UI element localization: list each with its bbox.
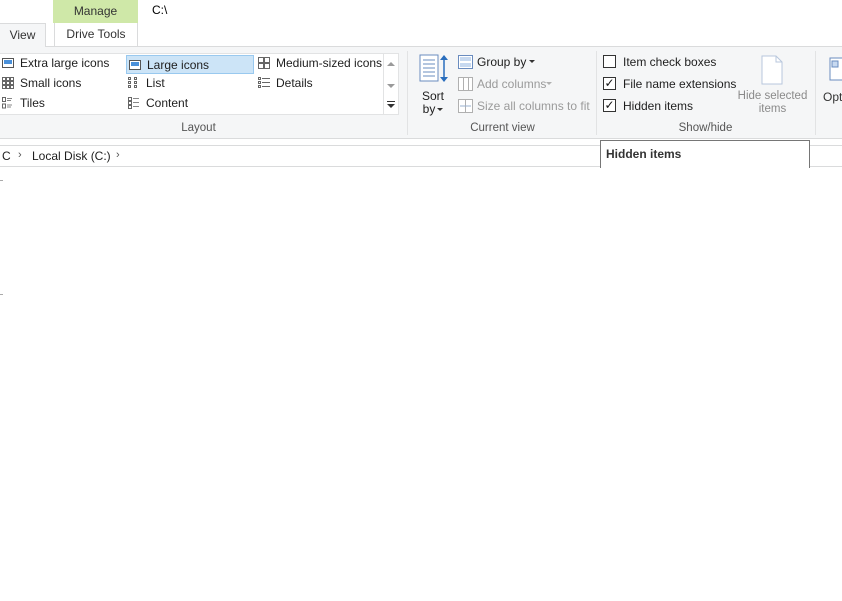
group-separator <box>596 51 597 135</box>
details-icon <box>258 77 270 88</box>
add-columns-button[interactable]: Add columns <box>458 75 598 93</box>
group-separator <box>815 51 816 135</box>
layout-content[interactable]: Content <box>126 94 254 113</box>
item-check-boxes-label: Item check boxes <box>623 55 717 69</box>
sort-by-button[interactable]: Sort by <box>416 53 450 117</box>
hidden-items-option[interactable]: ✓ Hidden items <box>603 97 733 115</box>
add-columns-label: Add columns <box>477 77 547 91</box>
layout-label: Medium-sized icons <box>276 56 383 70</box>
list-icon <box>128 77 137 88</box>
layout-label: Details <box>276 76 313 90</box>
layout-small-icons[interactable]: Small icons <box>0 74 124 93</box>
chevron-right-icon[interactable]: › <box>116 149 120 161</box>
layout-gallery-scroll <box>383 54 398 114</box>
content-edge-mark <box>0 180 3 181</box>
ribbon: Extra large icons Large icons Medium-siz… <box>0 47 842 139</box>
layout-label: Large icons <box>147 58 210 72</box>
layout-group-label: Layout <box>181 122 216 134</box>
add-columns-icon <box>458 77 473 91</box>
content-icon <box>128 97 139 109</box>
layout-label: Extra large icons <box>20 56 110 70</box>
scroll-down-icon[interactable] <box>387 84 395 88</box>
hidden-items-checkbox[interactable]: ✓ <box>603 99 616 112</box>
sort-by-label: by <box>422 102 436 116</box>
layout-label: Small icons <box>20 76 82 90</box>
layout-label: Content <box>146 96 189 110</box>
medium-icons-icon <box>258 57 270 69</box>
group-by-button[interactable]: Group by <box>458 53 598 71</box>
extra-large-icons-icon <box>2 58 14 68</box>
file-name-extensions-option[interactable]: ✓ File name extensions <box>603 75 737 93</box>
hide-selected-label: Hide selected <box>737 90 808 102</box>
scroll-up-icon[interactable] <box>387 62 395 66</box>
breadcrumb-pc[interactable]: C <box>2 149 11 163</box>
dropdown-arrow-icon <box>546 82 552 85</box>
title-bar: Manage C:\ <box>0 0 842 23</box>
hidden-items-tooltip: Hidden items <box>600 140 810 168</box>
manage-tab[interactable]: Manage <box>53 0 138 23</box>
options-icon <box>829 57 842 81</box>
layout-label: List <box>146 76 165 90</box>
tiles-icon <box>2 97 12 109</box>
large-icons-icon <box>129 60 141 70</box>
small-icons-icon <box>2 77 14 89</box>
options-label: Opt <box>823 90 842 104</box>
hide-selected-label: items <box>758 103 787 115</box>
sort-by-icon <box>419 54 448 82</box>
size-columns-label: Size all columns to fit <box>477 99 590 113</box>
gallery-expand-icon[interactable] <box>387 101 395 109</box>
file-name-extensions-checkbox[interactable]: ✓ <box>603 77 616 90</box>
ribbon-tabs: View Drive Tools <box>0 23 842 48</box>
layout-gallery: Extra large icons Large icons Medium-siz… <box>0 53 399 115</box>
dropdown-arrow-icon <box>529 60 535 63</box>
current-view-group-label: Current view <box>470 122 535 134</box>
tooltip-title: Hidden items <box>606 147 682 161</box>
group-by-label: Group by <box>477 55 527 69</box>
content-edge-mark <box>0 294 3 295</box>
window-title: C:\ <box>152 3 168 17</box>
hide-selected-icon <box>761 55 783 85</box>
show-hide-group-label: Show/hide <box>678 122 733 134</box>
layout-label: Tiles <box>20 96 45 110</box>
hide-selected-items-button[interactable]: Hide selected items <box>735 53 810 117</box>
hidden-items-label: Hidden items <box>623 99 694 113</box>
layout-extra-large-icons[interactable]: Extra large icons <box>0 54 124 73</box>
group-separator <box>407 51 408 135</box>
tab-drive-tools[interactable]: Drive Tools <box>54 23 138 47</box>
item-check-boxes-checkbox[interactable] <box>603 55 616 68</box>
layout-details[interactable]: Details <box>256 74 382 93</box>
item-check-boxes-option[interactable]: Item check boxes <box>603 53 733 71</box>
dropdown-arrow-icon <box>437 108 444 112</box>
layout-large-icons[interactable]: Large icons <box>126 55 254 74</box>
file-name-extensions-label: File name extensions <box>623 77 737 91</box>
layout-list[interactable]: List <box>126 74 254 93</box>
options-button[interactable]: Opt <box>818 53 842 117</box>
size-columns-icon <box>458 99 473 113</box>
tab-view[interactable]: View <box>0 23 46 48</box>
layout-medium-icons[interactable]: Medium-sized icons <box>256 54 382 73</box>
size-all-columns-button[interactable]: Size all columns to fit <box>458 97 598 115</box>
breadcrumb-local-disk[interactable]: Local Disk (C:) <box>32 149 111 163</box>
layout-tiles[interactable]: Tiles <box>0 94 124 113</box>
chevron-right-icon[interactable]: › <box>18 149 22 161</box>
group-by-icon <box>458 55 473 69</box>
